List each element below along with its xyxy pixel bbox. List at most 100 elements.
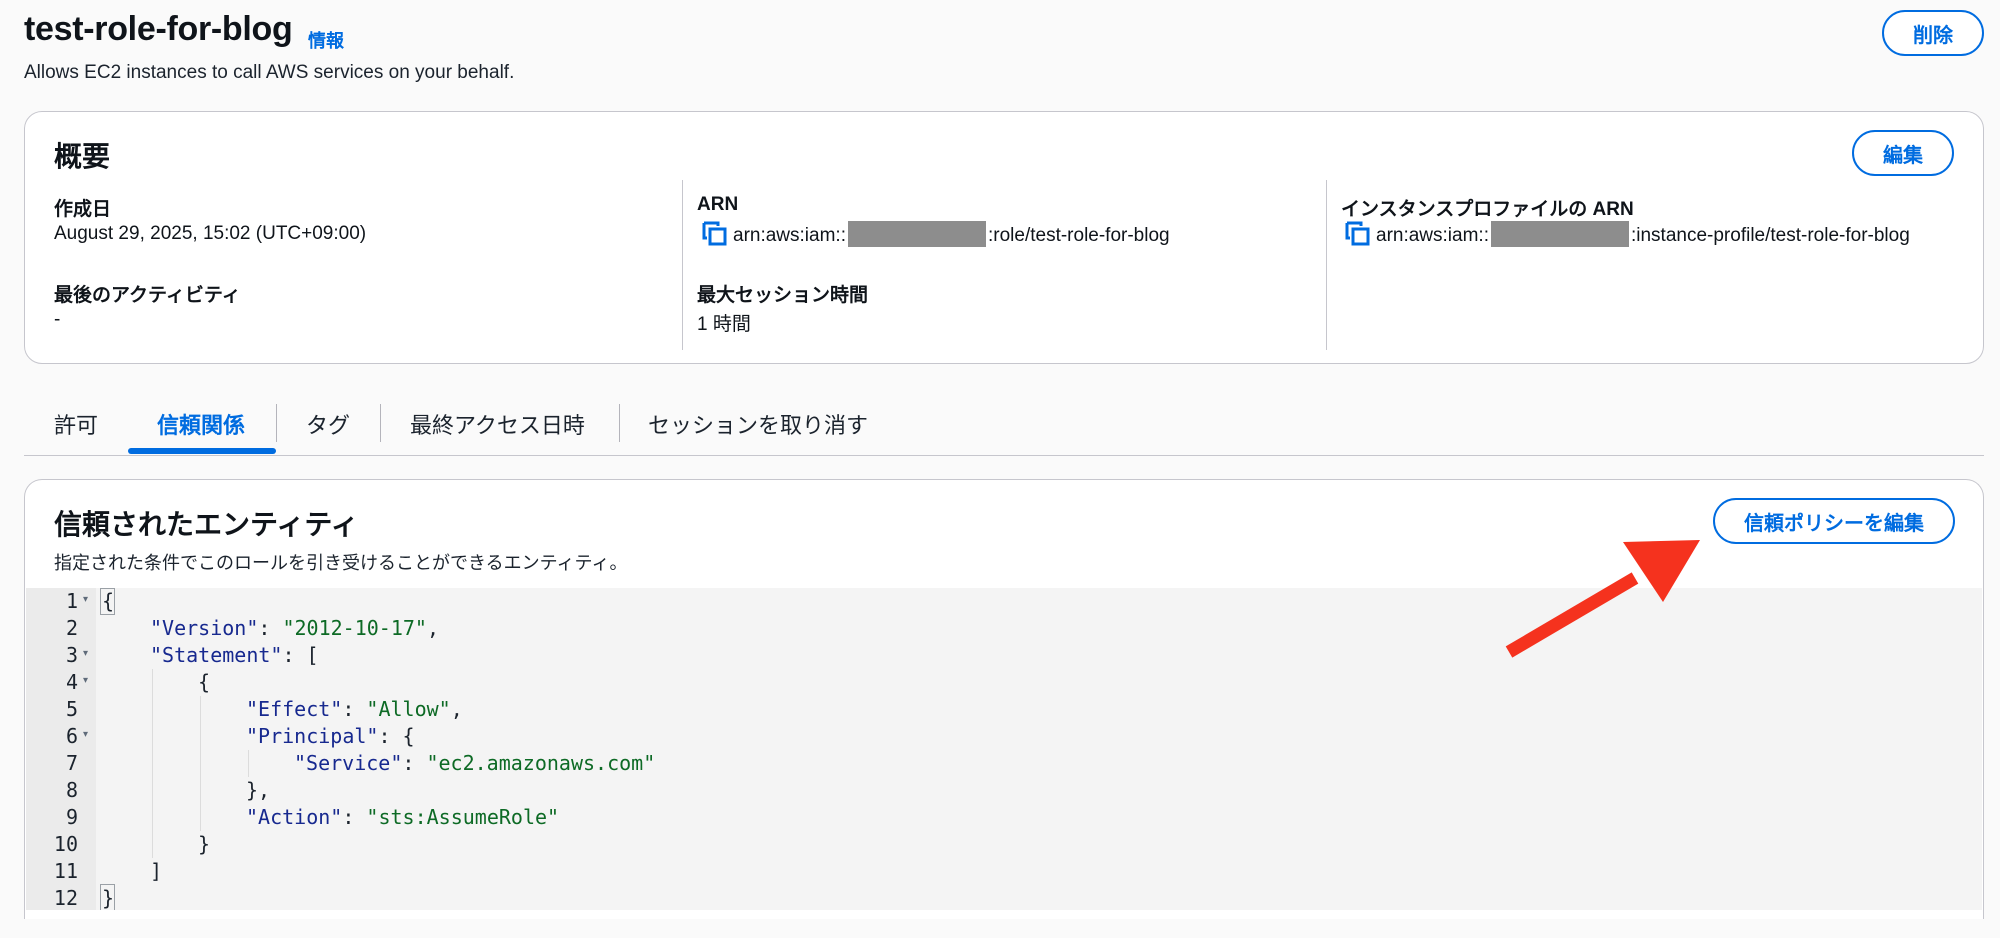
line-number: 8	[65, 778, 78, 802]
code-line: {	[102, 589, 114, 613]
summary-title: 概要	[54, 141, 111, 172]
line-number: 11	[53, 859, 78, 883]
code-line: "Effect": "Allow",	[246, 697, 463, 721]
instance-profile-label: インスタンスプロファイルの ARN	[1341, 199, 1634, 220]
json-punctuation: : [	[282, 643, 319, 667]
fold-toggle-icon[interactable]: ▾	[83, 648, 88, 659]
line-number: 6	[65, 724, 78, 748]
json-punctuation: {	[102, 589, 115, 613]
indent-guide	[200, 750, 201, 777]
code-line: "Service": "ec2.amazonaws.com"	[294, 751, 656, 775]
arn-label: ARN	[697, 194, 739, 215]
json-punctuation: },	[246, 778, 271, 802]
indent-guide	[152, 669, 153, 696]
line-number: 4	[65, 670, 78, 694]
instance-profile-value: arn:aws:iam:::instance-profile/test-role…	[1376, 221, 1910, 249]
edit-trust-policy-button[interactable]: 信頼ポリシーを編集	[1713, 498, 1955, 544]
tab-permissions[interactable]: 許可	[54, 408, 98, 440]
line-number: 3	[65, 643, 78, 667]
line-number: 5	[65, 697, 78, 721]
code-line: {	[198, 670, 210, 694]
json-key: "Service"	[294, 751, 403, 775]
delete-button[interactable]: 削除	[1882, 10, 1984, 56]
json-key: "Statement"	[150, 643, 283, 667]
last-activity-value: -	[54, 309, 61, 330]
line-number: 10	[53, 832, 78, 856]
info-link[interactable]: 情報	[308, 27, 344, 53]
line-number: 2	[65, 616, 78, 640]
indent-guide	[200, 696, 201, 723]
json-value: "Allow"	[366, 697, 451, 721]
json-key: "Version"	[150, 616, 259, 640]
json-key: "Action"	[246, 805, 343, 829]
trusted-entities-title: 信頼されたエンティティ	[54, 509, 359, 540]
json-punctuation: {	[198, 670, 211, 694]
code-line: },	[246, 778, 270, 802]
line-number: 7	[65, 751, 78, 775]
arn-suffix: :role/test-role-for-blog	[987, 225, 1170, 247]
page-title: test-role-for-blog	[24, 10, 293, 48]
arn-prefix: arn:aws:iam::	[733, 225, 846, 247]
redacted-account-id	[1490, 221, 1629, 247]
summary-card: 概要 編集 作成日 August 29, 2025, 15:02 (UTC+09…	[24, 111, 1984, 364]
json-key: "Effect"	[246, 697, 343, 721]
code-line: "Version": "2012-10-17",	[150, 616, 440, 640]
code-line: "Principal": {	[246, 724, 415, 748]
indent-guide	[200, 777, 201, 804]
instance-profile-prefix: arn:aws:iam::	[1376, 225, 1489, 247]
indent-guide	[152, 750, 153, 777]
indent-guide	[152, 696, 153, 723]
last-activity-label: 最後のアクティビティ	[54, 285, 241, 306]
indent-guide	[200, 723, 201, 750]
tab-separator	[276, 404, 277, 442]
line-number: 12	[53, 886, 78, 910]
created-value: August 29, 2025, 15:02 (UTC+09:00)	[54, 223, 367, 244]
tab-trust-relationships[interactable]: 信頼関係	[157, 408, 245, 440]
tab-tags[interactable]: タグ	[306, 408, 350, 440]
json-key: "Principal"	[246, 724, 379, 748]
tab-bar-underline	[24, 455, 1984, 456]
column-divider	[1326, 180, 1327, 350]
json-punctuation: ,	[426, 616, 440, 640]
line-number-gutter: 1 ▾ 2 3 ▾ 4 ▾ 5 6 ▾ 7 8 9 10 11 12	[26, 588, 96, 910]
json-value: "sts:AssumeRole"	[366, 805, 560, 829]
code-line: }	[102, 886, 114, 910]
json-punctuation: : {	[378, 724, 415, 748]
fold-toggle-icon[interactable]: ▾	[83, 729, 88, 740]
tab-revoke-sessions[interactable]: セッションを取り消す	[648, 408, 868, 440]
line-number: 9	[65, 805, 78, 829]
json-punctuation: ,	[450, 697, 463, 721]
copy-icon[interactable]	[702, 221, 728, 247]
code-line: }	[198, 832, 210, 856]
indent-guide	[248, 750, 249, 777]
indent-guide	[152, 777, 153, 804]
code-line: "Statement": [	[150, 643, 319, 667]
indent-guide	[200, 804, 201, 831]
redacted-account-id	[847, 221, 986, 247]
json-value: "ec2.amazonaws.com"	[426, 751, 656, 775]
json-punctuation: }	[198, 832, 211, 856]
created-label: 作成日	[54, 199, 112, 220]
indent-guide	[152, 831, 153, 858]
json-punctuation: }	[102, 886, 115, 910]
active-tab-indicator	[128, 448, 276, 454]
trusted-entities-description: 指定された条件でこのロールを引き受けることができるエンティティ。	[54, 553, 628, 573]
line-number: 1	[65, 589, 78, 613]
tab-separator	[619, 404, 620, 442]
edit-summary-button[interactable]: 編集	[1852, 130, 1954, 176]
tab-last-accessed[interactable]: 最終アクセス日時	[410, 408, 585, 440]
fold-toggle-icon[interactable]: ▾	[83, 675, 88, 686]
max-session-value: 1 時間	[697, 314, 751, 335]
arn-value: arn:aws:iam:::role/test-role-for-blog	[733, 221, 1170, 249]
code-line: ]	[150, 859, 162, 883]
indent-guide	[152, 804, 153, 831]
fold-toggle-icon[interactable]: ▾	[83, 594, 88, 605]
tab-separator	[380, 404, 381, 442]
json-punctuation: ]	[150, 859, 163, 883]
copy-icon[interactable]	[1345, 221, 1371, 247]
column-divider	[682, 180, 683, 350]
json-value: "2012-10-17"	[282, 616, 427, 640]
role-description: Allows EC2 instances to call AWS service…	[24, 62, 515, 83]
code-line: "Action": "sts:AssumeRole"	[246, 805, 560, 829]
max-session-label: 最大セッション時間	[697, 285, 869, 306]
